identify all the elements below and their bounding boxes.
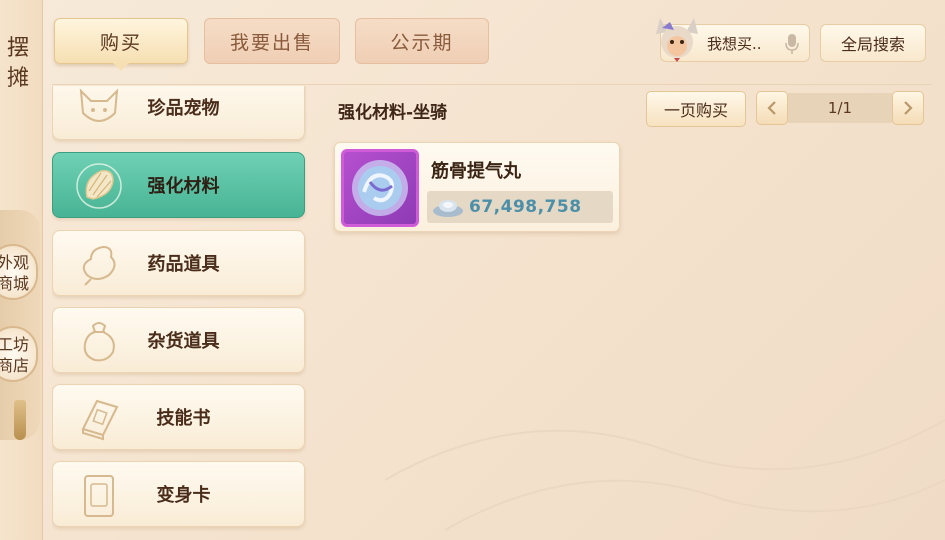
pet-avatar-icon — [656, 18, 698, 62]
category-medicine-items[interactable]: 药品道具 — [52, 230, 305, 296]
tab-buy[interactable]: 购买 — [54, 18, 188, 71]
category-label: 技能书 — [156, 408, 211, 429]
category-label: 珍品宠物 — [147, 98, 220, 119]
crystal-icon — [76, 163, 122, 209]
category-label: 变身卡 — [156, 485, 211, 506]
left-sidebar: 摆 摊 外观 商城 工坊 商店 — [0, 0, 43, 540]
category-skill-books[interactable]: 技能书 — [52, 384, 305, 450]
item-thumbnail — [341, 149, 419, 227]
stall-title-char: 摊 — [6, 66, 29, 91]
microphone-icon[interactable] — [785, 33, 799, 55]
card-icon — [84, 475, 114, 517]
category-label: 杂货道具 — [147, 331, 220, 352]
global-search-label: 全局搜索 — [840, 35, 905, 54]
category-sundry-items[interactable]: 杂货道具 — [52, 307, 305, 373]
category-enhance-materials[interactable]: 强化材料 — [52, 152, 305, 218]
tab-label: 我要出售 — [229, 31, 314, 54]
buy-page-label: 一页购买 — [663, 101, 728, 120]
tab-sell[interactable]: 我要出售 — [204, 18, 340, 64]
item-price-bar: 67,498,758 — [427, 191, 613, 223]
chevron-left-icon — [767, 101, 776, 115]
background-wave-decoration — [385, 419, 945, 531]
pouch-icon — [83, 322, 115, 362]
category-label: 药品道具 — [147, 254, 220, 275]
want-buy-label: 我想买.. — [707, 34, 762, 53]
category-list: 珍品宠物 强化材料 药品道具 杂货道具 技能书 变身卡 — [52, 86, 307, 536]
buy-page-button[interactable]: 一页购买 — [646, 91, 746, 127]
item-price: 67,498,758 — [469, 197, 582, 217]
badge-line: 工坊 — [0, 335, 29, 354]
tab-label: 公示期 — [390, 31, 454, 54]
listing-subtitle: 强化材料-坐骑 — [338, 103, 448, 123]
listing-item-card[interactable]: 筋骨提气丸 67,498,758 — [334, 142, 620, 232]
pill-orb-icon — [352, 160, 408, 216]
next-page-button[interactable] — [892, 91, 924, 125]
page-indicator: 1/1 — [788, 93, 892, 123]
stall-title: 摆 摊 — [2, 34, 34, 94]
category-transform-cards[interactable]: 变身卡 — [52, 461, 305, 527]
item-name: 筋骨提气丸 — [431, 161, 521, 182]
stall-title-char: 摆 — [6, 36, 29, 61]
silver-ingot-icon — [433, 200, 463, 217]
badge-line: 商店 — [0, 356, 29, 375]
cat-mask-icon — [79, 88, 119, 122]
badge-line: 外观 — [0, 253, 29, 272]
prev-page-button[interactable] — [756, 91, 788, 125]
gourd-icon — [82, 245, 116, 286]
tab-label: 购买 — [99, 31, 142, 54]
workshop-store-button[interactable]: 工坊 商店 — [0, 326, 38, 382]
book-icon — [81, 399, 119, 441]
category-rare-pets[interactable]: 珍品宠物 — [52, 86, 305, 140]
header-divider — [52, 84, 932, 85]
appearance-mall-button[interactable]: 外观 商城 — [0, 244, 38, 300]
global-search-button[interactable]: 全局搜索 — [820, 24, 926, 62]
tassel-icon — [14, 400, 26, 440]
badge-line: 商城 — [0, 274, 29, 293]
tab-public-period[interactable]: 公示期 — [355, 18, 489, 64]
category-label: 强化材料 — [147, 176, 220, 197]
chevron-right-icon — [904, 101, 913, 115]
